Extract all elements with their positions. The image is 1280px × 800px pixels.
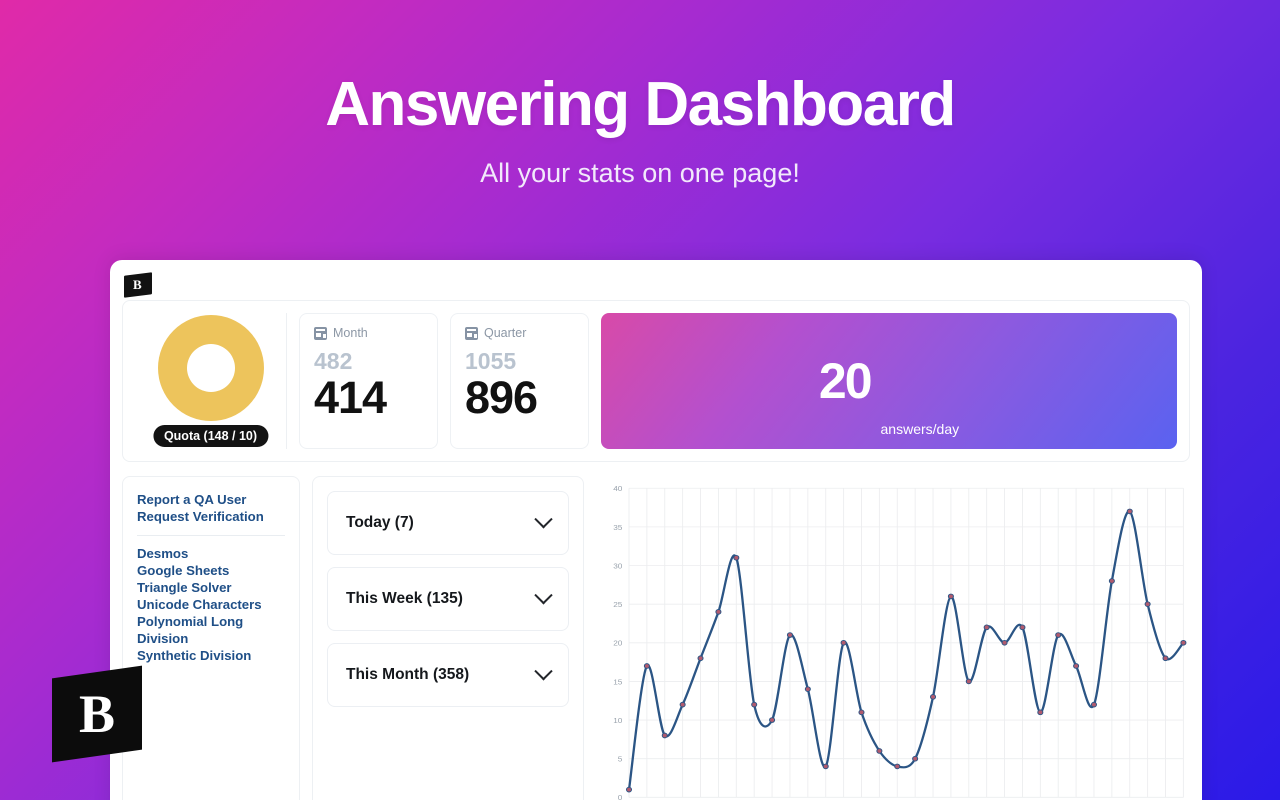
stat-current-value: 896 <box>465 372 538 423</box>
chart-data-point[interactable] <box>769 717 776 723</box>
chevron-down-icon[interactable] <box>534 661 553 680</box>
answers-line-chart[interactable]: 0510152025303540 25262728293031010203040… <box>596 476 1190 800</box>
svg-text:25: 25 <box>613 600 623 609</box>
svg-text:15: 15 <box>613 678 623 687</box>
chart-data-point[interactable] <box>947 593 954 600</box>
chart-data-point[interactable] <box>1037 709 1044 716</box>
stat-card-month: Month 482 414 <box>299 313 438 449</box>
chart-data-point[interactable] <box>679 701 686 708</box>
svg-text:0: 0 <box>618 793 623 800</box>
dashboard-panel: B Quota (148 / 10) Month 482 414 Quarter… <box>110 260 1202 800</box>
chart-data-point[interactable] <box>858 709 865 716</box>
chart-data-point[interactable] <box>1090 701 1098 708</box>
chart-data-point[interactable] <box>822 763 829 770</box>
chart-data-point[interactable] <box>1108 578 1115 584</box>
document-icon <box>465 326 478 340</box>
chart-data-point[interactable] <box>1001 639 1008 646</box>
link-polynomial-long-division[interactable]: Polynomial Long Division <box>137 613 285 647</box>
stat-previous-value: 482 <box>314 348 353 374</box>
link-request-verification[interactable]: Request Verification <box>137 508 285 525</box>
brand-logo-large-letter: B <box>78 684 116 744</box>
stat-current-value: 414 <box>314 372 387 423</box>
chart-y-tick-labels: 0 5 10 15 20 25 30 35 40 <box>613 484 623 800</box>
chart-data-point[interactable] <box>697 655 704 662</box>
answers-per-day-value: 20 <box>818 353 873 409</box>
accordion-this-week[interactable]: This Week (135) <box>327 567 569 631</box>
links-divider <box>137 535 285 536</box>
brand-logo-icon: B <box>124 272 152 298</box>
answers-per-day-banner: 20 answers/day <box>601 313 1177 449</box>
chart-data-point[interactable] <box>715 609 722 615</box>
svg-text:40: 40 <box>613 484 623 493</box>
svg-text:5: 5 <box>618 755 623 764</box>
chart-data-point[interactable] <box>751 701 758 708</box>
chart-data-point[interactable] <box>1055 632 1062 638</box>
chart-data-point[interactable] <box>840 639 847 646</box>
chart-data-point[interactable] <box>625 786 633 793</box>
accordion-label: This Month (358) <box>346 666 470 683</box>
stat-card-label: Quarter <box>484 326 527 340</box>
brand-logo-large-icon: B <box>52 665 142 763</box>
chevron-down-icon[interactable] <box>534 509 553 528</box>
quota-badge: Quota (148 / 10) <box>152 425 269 447</box>
stat-previous-value: 1055 <box>465 348 517 374</box>
lower-row: Report a QA User Request Verification De… <box>122 476 1190 800</box>
accordion-label: This Week (135) <box>346 590 463 607</box>
chart-data-point[interactable] <box>786 632 793 638</box>
chart-data-point[interactable] <box>804 686 811 692</box>
chart-data-point[interactable] <box>661 732 668 739</box>
chart-data-point[interactable] <box>965 678 972 685</box>
line-chart-svg: 0510152025303540 25262728293031010203040… <box>613 484 1187 800</box>
chart-y-gridlines <box>629 487 1184 798</box>
link-unicode-characters[interactable]: Unicode Characters <box>137 596 285 613</box>
answers-per-day-label: answers/day <box>880 421 960 437</box>
quota-donut-chart <box>157 315 264 421</box>
chevron-down-icon[interactable] <box>534 585 553 604</box>
svg-text:35: 35 <box>613 523 623 532</box>
chart-data-point[interactable] <box>912 755 919 762</box>
chart-data-point[interactable] <box>1144 601 1151 607</box>
link-triangle-solver[interactable]: Triangle Solver <box>137 579 285 596</box>
stats-row: Quota (148 / 10) Month 482 414 Quarter 1… <box>122 300 1190 462</box>
quota-widget[interactable]: Quota (148 / 10) <box>135 313 287 449</box>
link-synthetic-division[interactable]: Synthetic Division <box>137 647 285 664</box>
stat-card-header: Month <box>314 326 423 340</box>
brand-logo-letter: B <box>133 277 143 293</box>
chart-data-point[interactable] <box>643 663 650 669</box>
chart-data-point[interactable] <box>1019 624 1026 631</box>
chart-data-point[interactable] <box>930 694 937 700</box>
page-subtitle: All your stats on one page! <box>480 158 800 188</box>
donut-hole <box>186 344 235 392</box>
chart-data-point[interactable] <box>894 763 901 770</box>
chart-series-line <box>627 510 1185 791</box>
document-icon <box>314 326 327 340</box>
chart-data-point[interactable] <box>1073 663 1080 669</box>
svg-text:30: 30 <box>613 562 623 571</box>
chart-data-point[interactable] <box>983 624 990 631</box>
brand-strip: B <box>122 270 1190 300</box>
link-google-sheets[interactable]: Google Sheets <box>137 562 285 579</box>
accordion-today[interactable]: Today (7) <box>327 491 569 555</box>
chart-data-point[interactable] <box>1162 655 1169 662</box>
svg-text:10: 10 <box>613 716 623 725</box>
link-report-a-qa-user[interactable]: Report a QA User <box>137 491 285 508</box>
stat-card-header: Quarter <box>465 326 574 340</box>
accordion-panel: Today (7) This Week (135) This Month (35… <box>312 476 584 800</box>
chart-data-point[interactable] <box>1180 639 1187 646</box>
accordion-this-month[interactable]: This Month (358) <box>327 643 569 707</box>
chart-data-point[interactable] <box>733 554 740 561</box>
chart-data-point[interactable] <box>1126 508 1133 515</box>
svg-text:20: 20 <box>613 639 623 648</box>
accordion-label: Today (7) <box>346 514 414 531</box>
quick-links-panel: Report a QA User Request Verification De… <box>122 476 300 800</box>
link-desmos[interactable]: Desmos <box>137 545 285 562</box>
stat-card-quarter: Quarter 1055 896 <box>450 313 589 449</box>
chart-data-point[interactable] <box>876 748 883 754</box>
page-header: Answering Dashboard All your stats on on… <box>0 0 1280 189</box>
page-title: Answering Dashboard <box>325 70 956 139</box>
stat-card-label: Month <box>333 326 368 340</box>
